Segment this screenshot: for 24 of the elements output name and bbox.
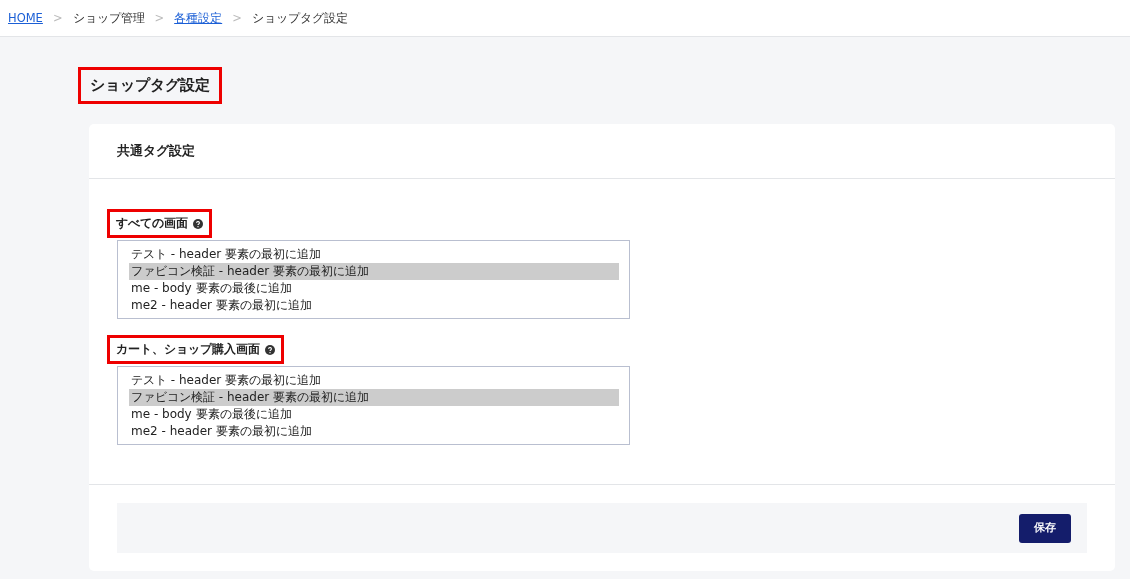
breadcrumb-separator: > [52, 11, 63, 25]
page-title: ショップタグ設定 [78, 67, 222, 104]
save-button[interactable]: 保存 [1019, 513, 1071, 543]
multi-select-list[interactable]: テスト - header 要素の最初に追加 ファビコン検証 - header 要素の最初に追加 me - body 要素の最後に追加 me2 - header 要素の最初に追加 [117, 240, 630, 319]
field-label: カート、ショップ購入画面 [116, 341, 260, 358]
card-title: 共通タグ設定 [117, 142, 195, 160]
list-option[interactable]: テスト - header 要素の最初に追加 [129, 246, 619, 263]
help-icon[interactable] [265, 344, 275, 355]
list-option[interactable]: me - body 要素の最後に追加 [129, 280, 619, 297]
list-option[interactable]: me2 - header 要素の最初に追加 [129, 297, 619, 314]
list-option[interactable]: テスト - header 要素の最初に追加 [129, 372, 619, 389]
breadcrumb-item: ショップ管理 [72, 10, 145, 26]
breadcrumb-link[interactable]: 各種設定 [174, 10, 223, 26]
list-option[interactable]: ファビコン検証 - header 要素の最初に追加 [129, 389, 619, 406]
list-option[interactable]: me2 - header 要素の最初に追加 [129, 423, 619, 440]
breadcrumb-item: ショップタグ設定 [251, 10, 348, 26]
multi-select-list[interactable]: テスト - header 要素の最初に追加 ファビコン検証 - header 要素の最初に追加 me - body 要素の最後に追加 me2 - header 要素の最初に追加 [117, 366, 630, 445]
breadcrumb-link[interactable]: HOME [8, 11, 43, 25]
list-option[interactable]: ファビコン検証 - header 要素の最初に追加 [129, 263, 619, 280]
breadcrumb-separator: > [232, 11, 242, 25]
help-icon[interactable] [193, 218, 203, 229]
breadcrumb-separator: > [154, 11, 165, 25]
list-option[interactable]: me - body 要素の最後に追加 [129, 406, 619, 423]
field-label: すべての画面 [116, 215, 188, 232]
